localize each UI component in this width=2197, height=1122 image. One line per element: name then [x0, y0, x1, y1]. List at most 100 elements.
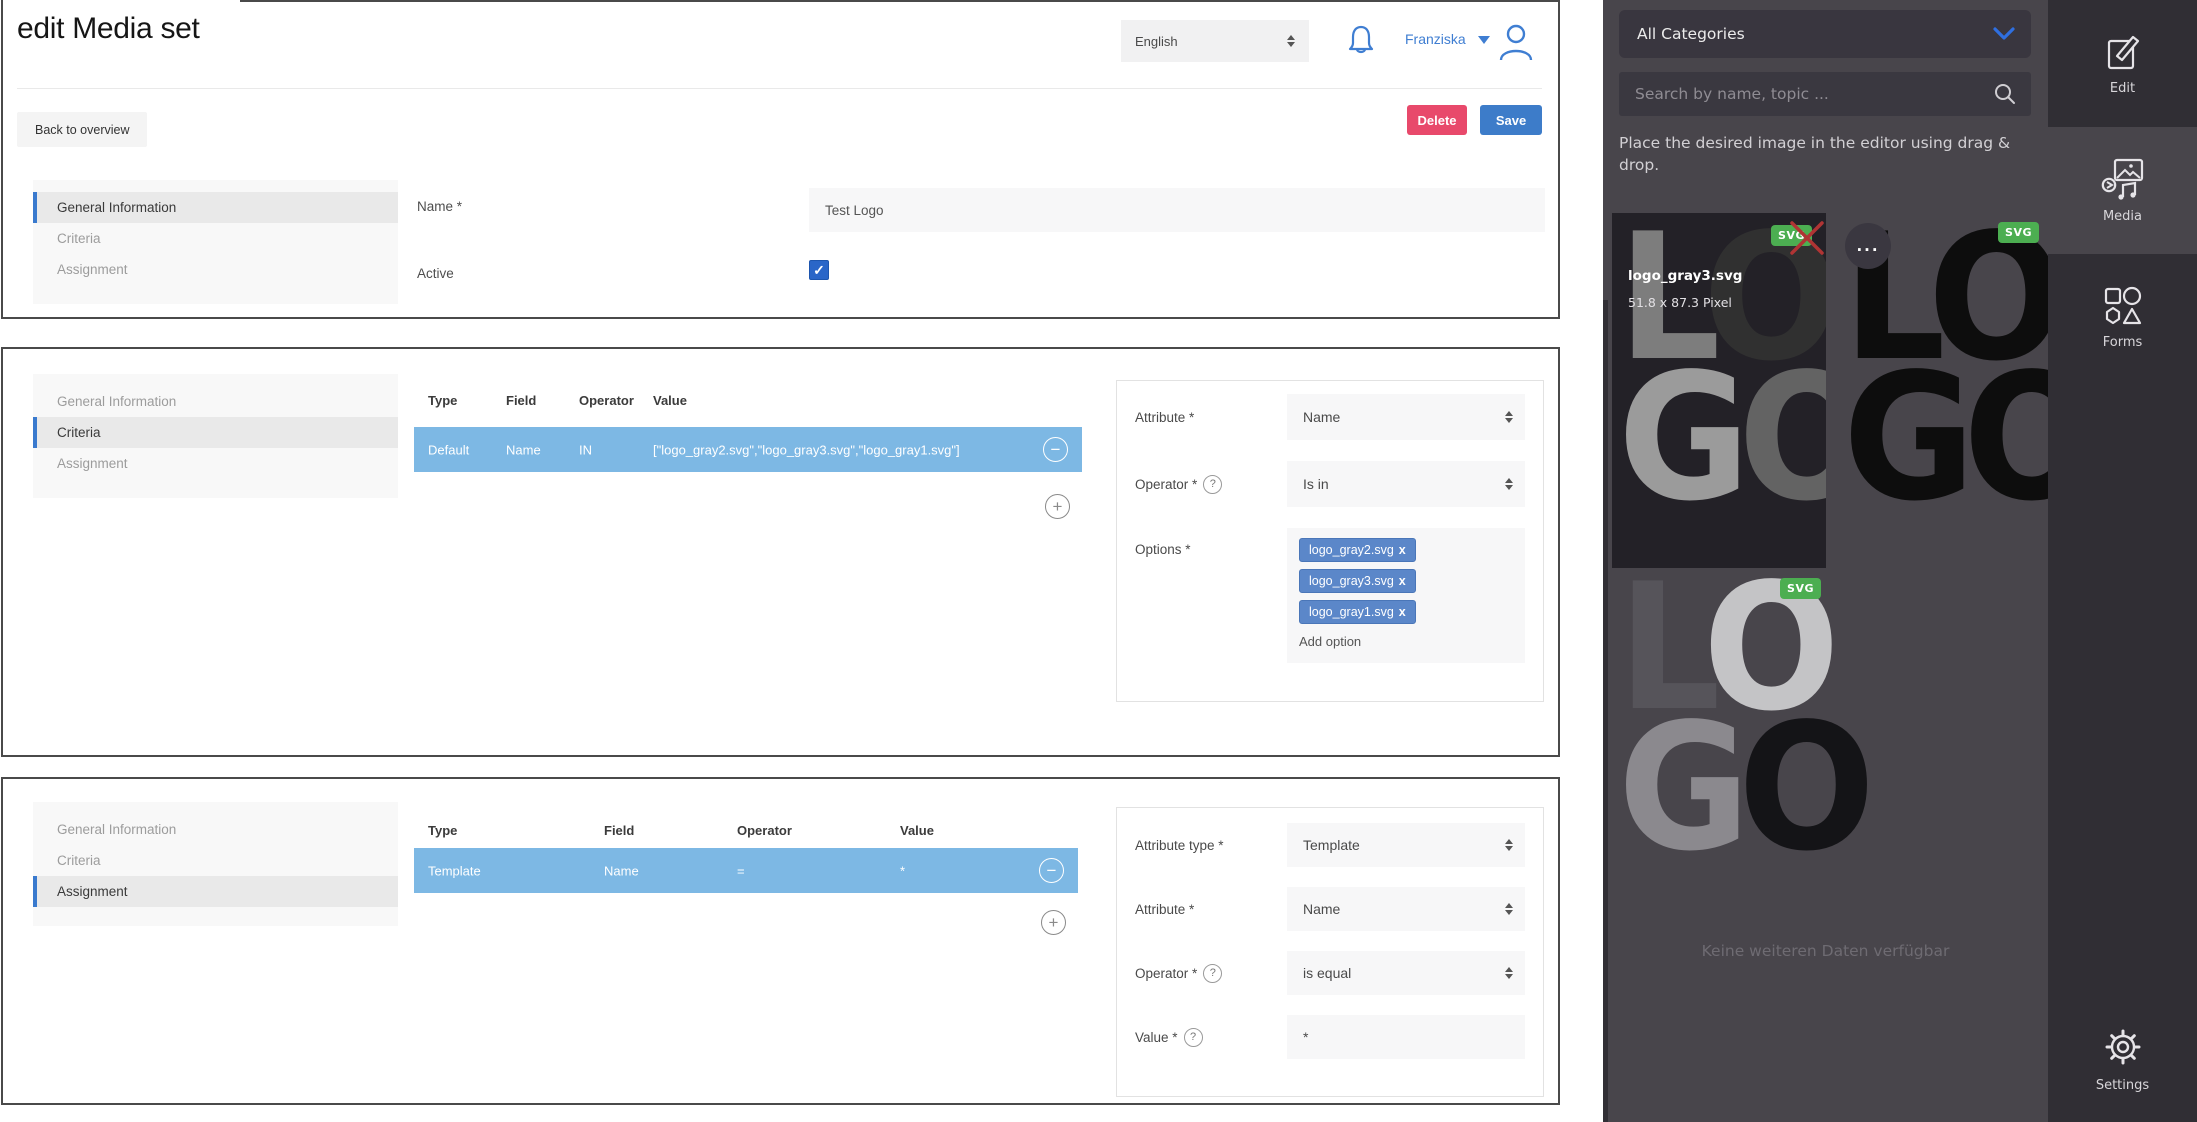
edit-icon: [2104, 32, 2142, 72]
operator-label: Operator * ?: [1135, 475, 1287, 494]
user-menu[interactable]: Franziska: [1405, 31, 1466, 47]
active-checkbox[interactable]: [809, 260, 829, 280]
media-search-input[interactable]: Search by name, topic ...: [1619, 72, 2031, 116]
search-icon[interactable]: [1993, 82, 2017, 106]
nav-item-criteria[interactable]: Criteria: [33, 417, 398, 448]
criteria-row[interactable]: Default Name IN ["logo_gray2.svg","logo_…: [414, 427, 1082, 472]
nav-item-criteria[interactable]: Criteria: [33, 845, 398, 876]
logo-glyph: LO GO: [1618, 579, 1809, 859]
no-more-data-text: Keine weiteren Daten verfügbar: [1603, 942, 2048, 960]
media-tile-logo-black[interactable]: LO GO ... SVG: [1837, 213, 2051, 568]
operator-select[interactable]: Is in: [1287, 461, 1525, 507]
app-screen: edit Media set English Franziska Back to…: [0, 0, 2197, 1122]
attribute-row: Attribute * Name: [1135, 394, 1525, 440]
assignment-edit-form: Attribute type * Template Attribute * Na…: [1116, 807, 1544, 1097]
remove-option-icon[interactable]: x: [1399, 574, 1406, 588]
attribute-label: Attribute *: [1135, 902, 1287, 917]
back-to-overview-button[interactable]: Back to overview: [17, 112, 147, 147]
header-divider: [17, 88, 1542, 89]
tile-options-menu[interactable]: ...: [1845, 223, 1891, 269]
delete-button[interactable]: Delete: [1407, 105, 1467, 135]
nav-item-assignment[interactable]: Assignment: [33, 876, 398, 907]
toolbar-item-label: Forms: [2103, 335, 2143, 350]
svg-badge: SVG: [1780, 578, 1821, 599]
attribute-select[interactable]: Name: [1287, 887, 1525, 931]
option-tag-label: logo_gray1.svg: [1309, 605, 1394, 619]
toolbar-item-edit[interactable]: Edit: [2048, 0, 2197, 127]
user-avatar-icon[interactable]: [1497, 22, 1535, 62]
operator-label-text: Operator *: [1135, 966, 1197, 981]
forms-icon: [2103, 286, 2143, 326]
media-sidebar: All Categories Search by name, topic ...…: [1603, 0, 2048, 1122]
value-label-text: Value *: [1135, 1030, 1178, 1045]
panel-general-information: edit Media set English Franziska Back to…: [1, 0, 1560, 319]
option-tag[interactable]: logo_gray2.svg x: [1299, 538, 1416, 562]
value-input[interactable]: *: [1287, 1015, 1525, 1059]
toolbar-item-settings[interactable]: Settings: [2048, 995, 2197, 1122]
add-option-button[interactable]: Add option: [1299, 634, 1513, 649]
toolbar-item-label: Settings: [2096, 1078, 2149, 1093]
remove-option-icon[interactable]: x: [1399, 543, 1406, 557]
assignment-row[interactable]: Template Name = * −: [414, 848, 1078, 893]
col-header-type: Type: [428, 393, 457, 408]
select-updown-icon: [1505, 411, 1513, 423]
nav-item-general-information[interactable]: General Information: [33, 814, 398, 845]
operator-select-value: Is in: [1303, 476, 1329, 492]
attribute-select[interactable]: Name: [1287, 394, 1525, 440]
svg-badge: SVG: [1998, 222, 2039, 243]
options-field[interactable]: logo_gray2.svgx logo_gray3.svgx logo_gra…: [1287, 528, 1525, 663]
col-header-type: Type: [428, 823, 457, 838]
nav-item-assignment[interactable]: Assignment: [33, 254, 398, 285]
toolbar-item-label: Media: [2103, 209, 2142, 224]
save-button[interactable]: Save: [1480, 105, 1542, 135]
operator-select[interactable]: is equal: [1287, 951, 1525, 995]
options-label: Options *: [1135, 542, 1287, 557]
nav-item-general-information[interactable]: General Information: [33, 192, 398, 223]
toolbar-item-media[interactable]: Media: [2048, 127, 2197, 254]
option-tag[interactable]: logo_gray3.svgx: [1299, 569, 1416, 593]
cell-operator: =: [737, 863, 745, 878]
category-dropdown[interactable]: All Categories: [1619, 10, 2031, 58]
nav-item-assignment[interactable]: Assignment: [33, 448, 398, 479]
section-nav: General Information Criteria Assignment: [33, 802, 398, 926]
nav-item-general-information[interactable]: General Information: [33, 386, 398, 417]
attribute-type-label: Attribute type *: [1135, 838, 1287, 853]
media-tile-logo-gray3[interactable]: LO GO logo_gray3.svg 51.8 x 87.3 Pixel S…: [1612, 213, 1826, 568]
media-file-size: 51.8 x 87.3 Pixel: [1628, 295, 1732, 310]
media-file-name: logo_gray3.svg: [1628, 268, 1742, 284]
logo-letter: O: [1738, 687, 1863, 890]
sidebar-scrollbar[interactable]: [1603, 300, 1608, 1122]
attribute-type-select-value: Template: [1303, 837, 1360, 853]
help-icon[interactable]: ?: [1184, 1028, 1203, 1047]
add-row-button[interactable]: +: [1041, 910, 1066, 935]
logo-glyph: LO GO: [1843, 229, 2034, 509]
remove-option-icon[interactable]: x: [1399, 605, 1406, 619]
delete-cross-icon[interactable]: [1784, 215, 1826, 261]
remove-row-button[interactable]: −: [1043, 437, 1068, 462]
toolbar-item-forms[interactable]: Forms: [2048, 254, 2197, 381]
cell-operator: IN: [579, 442, 592, 457]
language-select-value: English: [1135, 34, 1178, 49]
media-tile-logo-gray[interactable]: LO GO SVG: [1612, 575, 1826, 905]
section-nav: General Information Criteria Assignment: [33, 180, 398, 304]
value-label: Value * ?: [1135, 1028, 1287, 1047]
cell-value: *: [900, 863, 905, 878]
nav-item-criteria[interactable]: Criteria: [33, 223, 398, 254]
select-updown-icon: [1505, 839, 1513, 851]
panel-assignment: General Information Criteria Assignment …: [1, 777, 1560, 1105]
language-select[interactable]: English: [1121, 20, 1309, 62]
remove-row-button[interactable]: −: [1039, 858, 1064, 883]
help-icon[interactable]: ?: [1203, 964, 1222, 983]
user-caret-icon[interactable]: [1478, 36, 1490, 44]
cell-type: Template: [428, 863, 481, 878]
option-tag[interactable]: logo_gray1.svg x: [1299, 600, 1416, 624]
toolbar-item-label: Edit: [2110, 81, 2135, 96]
attribute-type-select[interactable]: Template: [1287, 823, 1525, 867]
page-title: edit Media set: [17, 12, 200, 46]
notification-bell-icon[interactable]: [1345, 23, 1377, 59]
option-tag-label: logo_gray2.svg: [1309, 543, 1394, 557]
name-input[interactable]: Test Logo: [809, 188, 1545, 232]
help-icon[interactable]: ?: [1203, 475, 1222, 494]
media-icon: [2101, 158, 2145, 200]
add-row-button[interactable]: +: [1045, 494, 1070, 519]
